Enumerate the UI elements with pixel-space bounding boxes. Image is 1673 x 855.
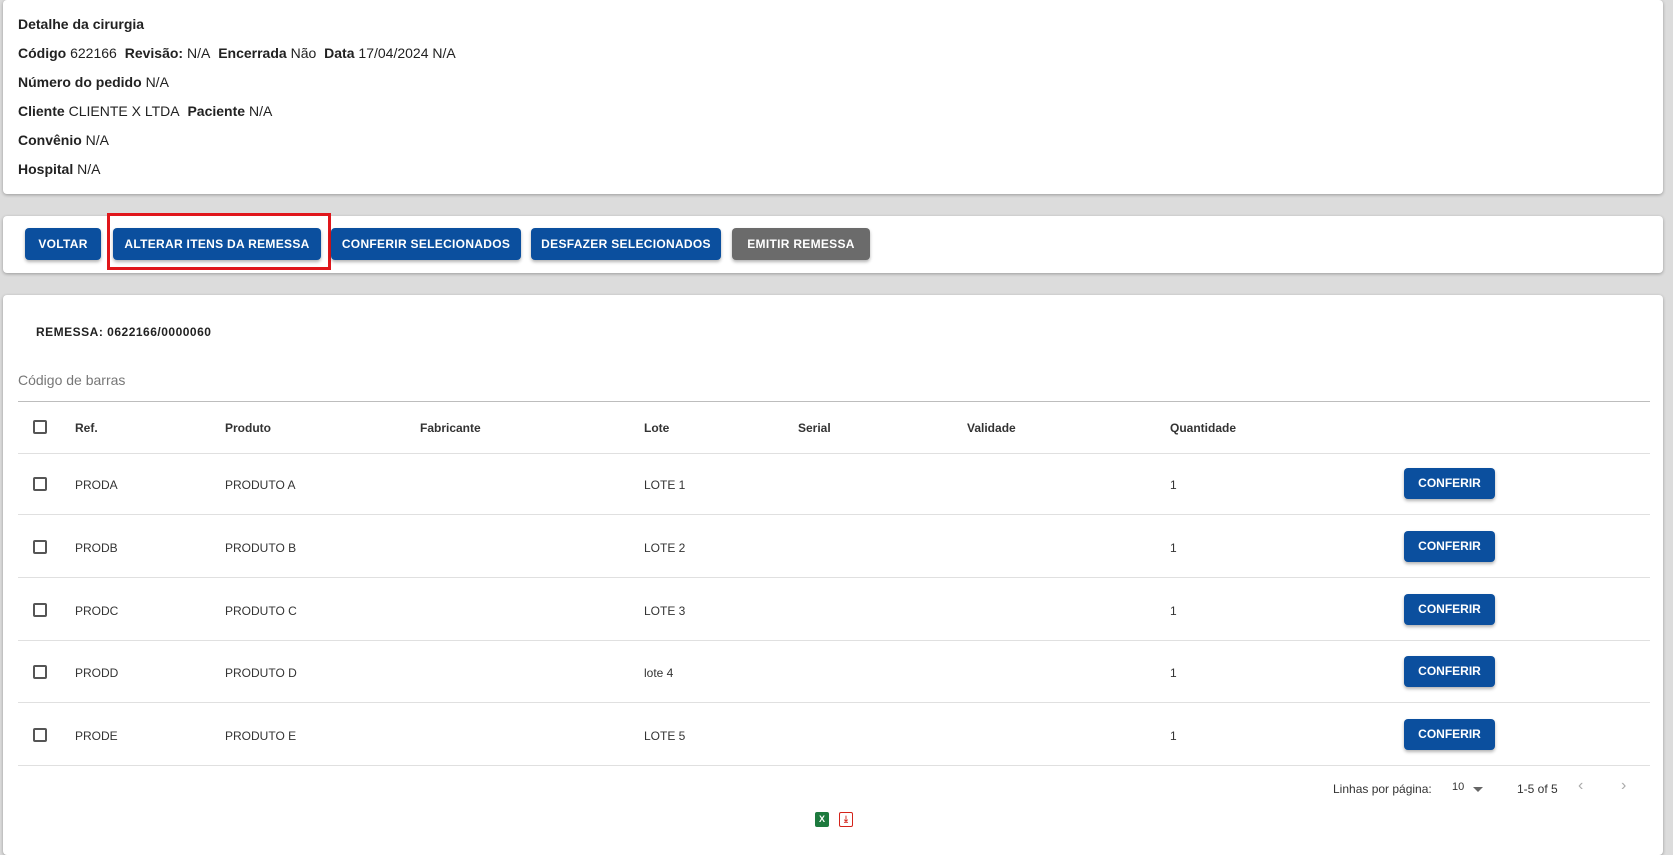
row-checkbox[interactable]	[33, 728, 47, 742]
hospital-value: N/A	[77, 161, 101, 177]
barcode-input[interactable]	[18, 363, 1650, 402]
detail-line-pedido: Número do pedido N/A	[18, 74, 169, 90]
row-checkbox[interactable]	[33, 665, 47, 679]
header-ref[interactable]: Ref.	[75, 421, 98, 435]
codigo-label: Código	[18, 45, 67, 61]
convenio-value: N/A	[85, 132, 110, 148]
row-divider	[18, 765, 1650, 766]
cell-quantidade: 1	[1170, 729, 1177, 743]
cell-ref: PRODE	[75, 729, 118, 743]
cliente-value: CLIENTE X LTDA	[68, 103, 180, 119]
cell-lote: LOTE 3	[644, 604, 686, 618]
header-serial[interactable]: Serial	[798, 421, 831, 435]
cell-lote: LOTE 1	[644, 478, 686, 492]
cliente-label: Cliente	[18, 103, 65, 119]
encerrada-value: Não	[290, 45, 317, 61]
detail-line-convenio: Convênio N/A	[18, 132, 109, 148]
header-fabricante[interactable]: Fabricante	[420, 421, 481, 435]
conferir-row-button[interactable]: CONFERIR	[1404, 656, 1495, 687]
header-lote[interactable]: Lote	[644, 421, 669, 435]
cell-produto: PRODUTO E	[225, 729, 297, 743]
cell-produto: PRODUTO A	[225, 478, 296, 492]
row-divider	[18, 453, 1650, 454]
row-checkbox[interactable]	[33, 603, 47, 617]
data-label: Data	[324, 45, 355, 61]
actions-card: VOLTAR ALTERAR ITENS DA REMESSA CONFERIR…	[3, 213, 1663, 273]
chevron-down-icon[interactable]	[1473, 787, 1483, 792]
row-divider	[18, 577, 1650, 578]
detail-card: Detalhe da cirurgia Código 622166 Revisã…	[3, 0, 1663, 194]
data-value: 17/04/2024 N/A	[358, 45, 456, 61]
chevron-left-icon[interactable]: ‹	[1578, 777, 1583, 795]
row-divider	[18, 640, 1650, 641]
remessa-label: REMESSA: 0622166/0000060	[36, 325, 212, 339]
cell-ref: PRODD	[75, 666, 119, 680]
detail-line-codigo: Código 622166 Revisão: N/A Encerrada Não…	[18, 45, 456, 61]
cell-lote: LOTE 2	[644, 541, 686, 555]
cell-ref: PRODC	[75, 604, 119, 618]
pedido-value: N/A	[145, 74, 169, 90]
cell-quantidade: 1	[1170, 478, 1177, 492]
emitir-remessa-button[interactable]: EMITIR REMESSA	[732, 228, 870, 260]
row-divider	[18, 514, 1650, 515]
revisao-value: N/A	[186, 45, 211, 61]
paciente-value: N/A	[248, 103, 273, 119]
alterar-itens-button[interactable]: ALTERAR ITENS DA REMESSA	[113, 228, 321, 260]
rows-per-page-select[interactable]: 10	[1452, 781, 1464, 793]
pedido-label: Número do pedido	[18, 74, 142, 90]
cell-quantidade: 1	[1170, 666, 1177, 680]
conferir-row-button[interactable]: CONFERIR	[1404, 719, 1495, 750]
row-checkbox[interactable]	[33, 540, 47, 554]
convenio-label: Convênio	[18, 132, 82, 148]
pdf-icon[interactable]: ⤓	[839, 812, 853, 827]
header-quantidade[interactable]: Quantidade	[1170, 421, 1236, 435]
cell-produto: PRODUTO C	[225, 604, 297, 618]
detail-line-cliente: Cliente CLIENTE X LTDA Paciente N/A	[18, 103, 272, 119]
hospital-label: Hospital	[18, 161, 74, 177]
codigo-value: 622166	[70, 45, 117, 61]
header-validade[interactable]: Validade	[967, 421, 1016, 435]
cell-ref: PRODB	[75, 541, 118, 555]
row-divider	[18, 702, 1650, 703]
row-checkbox[interactable]	[33, 477, 47, 491]
desfazer-selecionados-button[interactable]: DESFAZER SELECIONADOS	[531, 228, 721, 260]
cell-ref: PRODA	[75, 478, 118, 492]
chevron-right-icon[interactable]: ›	[1621, 777, 1626, 795]
paciente-label: Paciente	[187, 103, 246, 119]
conferir-row-button[interactable]: CONFERIR	[1404, 594, 1495, 625]
cell-quantidade: 1	[1170, 541, 1177, 555]
revisao-label: Revisão:	[124, 45, 184, 61]
cell-lote: lote 4	[644, 666, 674, 680]
conferir-row-button[interactable]: CONFERIR	[1404, 468, 1495, 499]
header-produto[interactable]: Produto	[225, 421, 271, 435]
cell-produto: PRODUTO B	[225, 541, 297, 555]
table-card: REMESSA: 0622166/0000060 Ref. Produto Fa…	[3, 295, 1663, 855]
voltar-button[interactable]: VOLTAR	[25, 228, 101, 260]
cell-produto: PRODUTO D	[225, 666, 297, 680]
conferir-row-button[interactable]: CONFERIR	[1404, 531, 1495, 562]
detail-line-hospital: Hospital N/A	[18, 161, 100, 177]
pagination-range: 1-5 of 5	[1517, 782, 1558, 796]
conferir-selecionados-button[interactable]: CONFERIR SELECIONADOS	[331, 228, 521, 260]
excel-icon[interactable]: X	[815, 812, 829, 827]
select-all-checkbox[interactable]	[33, 420, 47, 434]
rows-per-page-label: Linhas por página:	[1333, 782, 1432, 796]
cell-lote: LOTE 5	[644, 729, 686, 743]
encerrada-label: Encerrada	[218, 45, 287, 61]
detail-title: Detalhe da cirurgia	[18, 16, 145, 32]
cell-quantidade: 1	[1170, 604, 1177, 618]
